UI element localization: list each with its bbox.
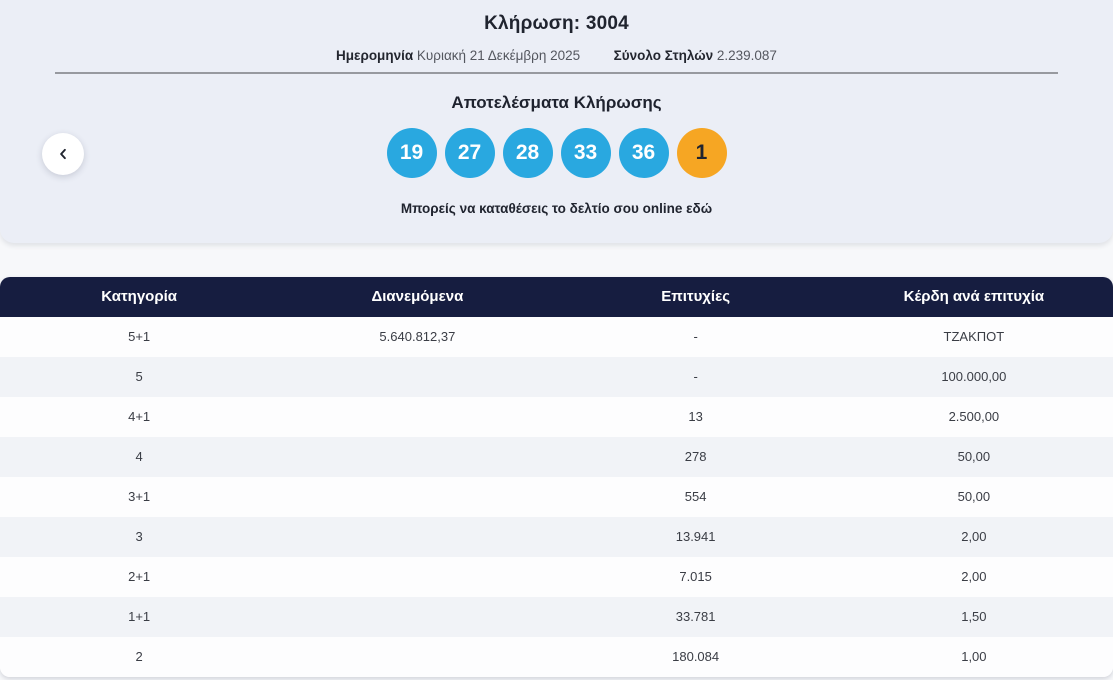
- date-value: Κυριακή 21 Δεκέμβρη 2025: [416, 48, 581, 63]
- draw-number: 3004: [585, 13, 629, 34]
- cell-winners: 13.941: [675, 529, 716, 544]
- cell-payout: 1,00: [961, 649, 987, 664]
- cell-winners: 180.084: [672, 649, 720, 664]
- number-ball: 33: [560, 128, 611, 178]
- columns-value: 2.239.087: [716, 48, 777, 63]
- number-ball: 36: [618, 128, 669, 178]
- table-body: 5+1 5.640.812,37 - ΤΖΑΚΠΟΤ 5 - 100.000,0…: [0, 317, 1113, 677]
- chevron-left-icon: [54, 145, 72, 163]
- cell-category: 1+1: [128, 609, 151, 624]
- winning-numbers: 19 27 28 33 36 1: [0, 128, 1113, 178]
- cell-winners: -: [693, 369, 698, 384]
- draw-meta: Ημερομηνία Κυριακή 21 Δεκέμβρη 2025 Σύνο…: [0, 48, 1113, 63]
- table-row: 3+1 554 50,00: [0, 477, 1113, 517]
- number-ball: 19: [386, 128, 437, 178]
- cell-payout: 2,00: [961, 569, 987, 584]
- cell-winners: 13: [688, 409, 703, 424]
- cell-winners: -: [693, 329, 698, 344]
- header-distributed: Διανεμόμενα: [371, 288, 464, 305]
- cell-winners: 278: [684, 449, 707, 464]
- cell-payout: 2.500,00: [948, 409, 1000, 424]
- cell-winners: 7.015: [679, 569, 712, 584]
- cell-category: 3+1: [128, 489, 151, 504]
- joker-ball: 1: [676, 128, 727, 178]
- page-title: Κλήρωση: 3004: [0, 13, 1113, 35]
- table-header-row: Κατηγορία Διανεμόμενα Επιτυχίες Κέρδη αν…: [0, 277, 1113, 317]
- cell-distributed: 5.640.812,37: [379, 329, 456, 344]
- table-row: 5+1 5.640.812,37 - ΤΖΑΚΠΟΤ: [0, 317, 1113, 357]
- cell-category: 2+1: [128, 569, 151, 584]
- table-row: 3 13.941 2,00: [0, 517, 1113, 557]
- draw-results-card: Κλήρωση: 3004 Ημερομηνία Κυριακή 21 Δεκέ…: [0, 0, 1113, 243]
- cell-category: 4: [135, 449, 143, 464]
- horizontal-divider: [55, 72, 1058, 74]
- number-ball: 27: [444, 128, 495, 178]
- table-row: 2 180.084 1,00: [0, 637, 1113, 677]
- online-bet-note: Μπορείς να καταθέσεις το δελτίο σου onli…: [0, 201, 1113, 216]
- header-winners: Επιτυχίες: [661, 288, 731, 305]
- cell-winners: 554: [684, 489, 707, 504]
- results-heading: Αποτελέσματα Κλήρωσης: [451, 93, 662, 112]
- date-label: Ημερομηνία: [336, 48, 414, 63]
- cell-category: 2: [135, 649, 143, 664]
- cell-payout: 2,00: [961, 529, 987, 544]
- previous-draw-button[interactable]: [42, 133, 84, 175]
- cell-payout: 50,00: [957, 449, 991, 464]
- header-payout: Κέρδη ανά επιτυχία: [903, 288, 1045, 305]
- table-row: 5 - 100.000,00: [0, 357, 1113, 397]
- cell-category: 4+1: [128, 409, 151, 424]
- note-text: Μπορείς να καταθέσεις το δελτίο σου: [400, 201, 639, 216]
- cell-payout: ΤΖΑΚΠΟΤ: [943, 329, 1005, 344]
- prize-table: Κατηγορία Διανεμόμενα Επιτυχίες Κέρδη αν…: [0, 277, 1113, 677]
- number-ball: 28: [502, 128, 553, 178]
- table-row: 1+1 33.781 1,50: [0, 597, 1113, 637]
- cell-category: 5: [135, 369, 143, 384]
- table-row: 2+1 7.015 2,00: [0, 557, 1113, 597]
- draw-label: Κλήρωση:: [484, 13, 581, 34]
- columns-label: Σύνολο Στηλών: [613, 48, 714, 63]
- cell-category: 5+1: [128, 329, 151, 344]
- cell-payout: 50,00: [957, 489, 991, 504]
- cell-payout: 1,50: [961, 609, 987, 624]
- table-row: 4+1 13 2.500,00: [0, 397, 1113, 437]
- cell-category: 3: [135, 529, 143, 544]
- cell-payout: 100.000,00: [941, 369, 1007, 384]
- note-link[interactable]: online εδώ: [643, 201, 713, 216]
- cell-winners: 33.781: [675, 609, 716, 624]
- table-row: 4 278 50,00: [0, 437, 1113, 477]
- header-category: Κατηγορία: [101, 288, 177, 305]
